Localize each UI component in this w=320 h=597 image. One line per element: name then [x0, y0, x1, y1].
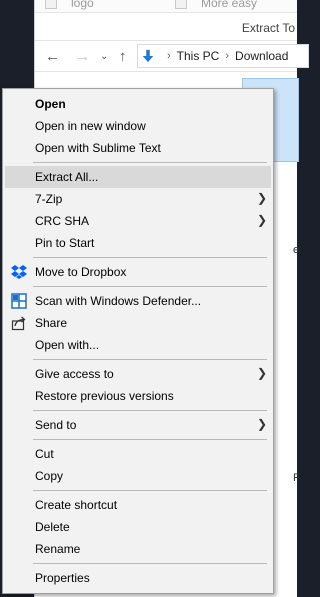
partial-text: e [293, 244, 300, 256]
ribbon-extract-tab[interactable]: Extract To [35, 17, 297, 39]
menu-separator [33, 410, 267, 411]
partial-text: F [293, 472, 300, 484]
menu-item-label: 7-Zip [35, 192, 63, 206]
menu-separator [33, 162, 267, 163]
menu-item-label: Open with... [35, 338, 100, 352]
menu-separator [33, 563, 267, 564]
menu-separator [33, 257, 267, 258]
menu-item-open-new-window[interactable]: Open in new window [5, 115, 271, 137]
menu-item-share[interactable]: Share [5, 312, 271, 334]
menu-separator [33, 359, 267, 360]
file-item[interactable]: More easy [175, 0, 257, 10]
menu-item-label: Delete [35, 520, 70, 534]
download-folder-icon [142, 49, 154, 63]
menu-item-delete[interactable]: Delete [5, 516, 271, 538]
file-item[interactable]: logo [45, 0, 94, 10]
menu-item-pin-to-start[interactable]: Pin to Start [5, 232, 271, 254]
menu-item-label: Open [35, 97, 66, 111]
menu-item-label: Rename [35, 542, 81, 556]
menu-item-7zip[interactable]: 7-Zip ❯ [5, 188, 271, 210]
menu-separator [33, 439, 267, 440]
folder-icon [175, 0, 187, 9]
folder-icon [45, 0, 57, 9]
forward-arrow-icon[interactable]: → [75, 48, 90, 65]
menu-item-label: Move to Dropbox [35, 265, 127, 279]
menu-item-label: Send to [35, 418, 77, 432]
address-bar[interactable]: › This PC › Download [137, 44, 309, 68]
menu-item-cut[interactable]: Cut [5, 443, 271, 465]
file-list-strip: logo More easy [35, 0, 297, 13]
menu-item-restore-versions[interactable]: Restore previous versions [5, 385, 271, 407]
windows-defender-icon [11, 293, 27, 309]
submenu-arrow-icon: ❯ [256, 417, 267, 431]
menu-item-give-access[interactable]: Give access to ❯ [5, 363, 271, 385]
menu-item-label: Scan with Windows Defender... [35, 294, 202, 308]
menu-separator [33, 286, 267, 287]
breadcrumb-this-pc[interactable]: This PC [177, 49, 220, 63]
file-name: logo [71, 0, 94, 10]
menu-item-label: Extract All... [35, 170, 99, 184]
context-menu: Open Open in new window Open with Sublim… [2, 88, 274, 594]
menu-item-label: Open in new window [35, 119, 146, 133]
menu-item-open[interactable]: Open [5, 93, 271, 115]
menu-item-label: Properties [35, 571, 90, 585]
menu-item-move-to-dropbox[interactable]: Move to Dropbox [5, 261, 271, 283]
submenu-arrow-icon: ❯ [256, 213, 267, 227]
menu-item-properties[interactable]: Properties [5, 567, 271, 589]
menu-item-crc-sha[interactable]: CRC SHA ❯ [5, 210, 271, 232]
submenu-arrow-icon: ❯ [256, 366, 267, 380]
menu-item-label: CRC SHA [35, 214, 90, 228]
menu-item-extract-all[interactable]: Extract All... [5, 166, 271, 188]
menu-item-create-shortcut[interactable]: Create shortcut [5, 494, 271, 516]
menu-item-open-sublime[interactable]: Open with Sublime Text [5, 137, 271, 159]
breadcrumb-chevron-icon[interactable]: › [225, 50, 229, 62]
breadcrumb-chevron-icon[interactable]: › [167, 50, 171, 62]
back-arrow-icon[interactable]: ← [45, 48, 60, 65]
menu-item-rename[interactable]: Rename [5, 538, 271, 560]
up-arrow-icon[interactable]: ↑ [119, 48, 127, 65]
file-name: More easy [201, 0, 258, 10]
breadcrumb-downloads[interactable]: Download [235, 49, 288, 63]
menu-item-label: Cut [35, 447, 54, 461]
ribbon-tab-label: Extract To [241, 21, 295, 35]
menu-item-scan-defender[interactable]: Scan with Windows Defender... [5, 290, 271, 312]
menu-item-label: Restore previous versions [35, 389, 174, 403]
share-icon [11, 316, 26, 331]
navigation-bar: ← → ⌄ ↑ › This PC › Download [35, 40, 309, 72]
menu-item-copy[interactable]: Copy [5, 465, 271, 487]
menu-item-label: Copy [35, 469, 64, 483]
menu-item-send-to[interactable]: Send to ❯ [5, 414, 271, 436]
recent-dropdown-icon[interactable]: ⌄ [100, 51, 108, 62]
menu-item-label: Share [35, 316, 68, 330]
menu-item-label: Create shortcut [35, 498, 118, 512]
menu-item-label: Pin to Start [35, 236, 95, 250]
dropbox-icon [11, 265, 27, 279]
menu-item-open-with[interactable]: Open with... [5, 334, 271, 356]
menu-separator [33, 490, 267, 491]
submenu-arrow-icon: ❯ [256, 191, 267, 205]
menu-item-label: Give access to [35, 367, 114, 381]
menu-item-label: Open with Sublime Text [35, 141, 161, 155]
